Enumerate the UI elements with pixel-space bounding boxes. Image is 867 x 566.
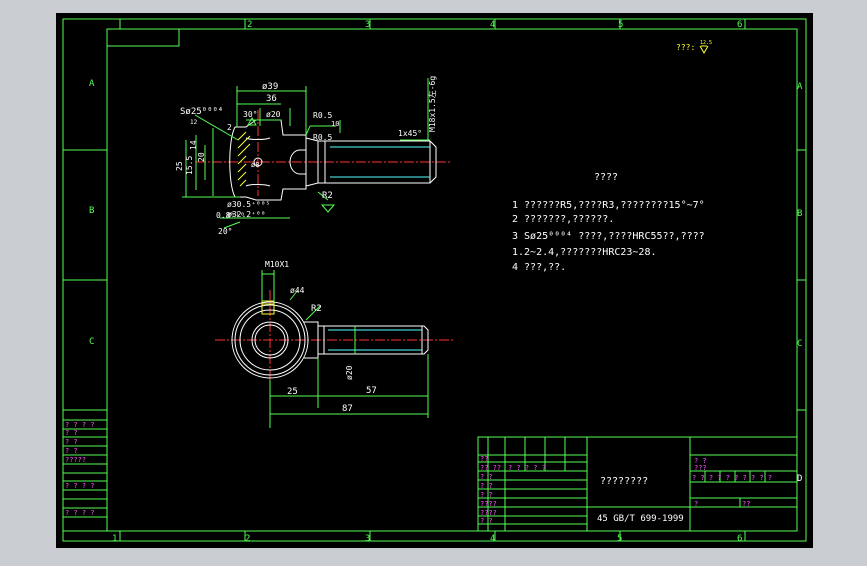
left-zone-c: C [89,337,94,347]
top-zone-4: 4 [490,20,495,30]
drawing-canvas[interactable]: 2 3 4 5 6 1 2 3 4 5 6 A B C A B C D ???:… [0,0,867,562]
dim-d44: ø44 [290,286,305,295]
bottom-zone-5: 5 [617,534,622,544]
tech-line-3: 3 Sø25⁰⁰⁰⁴ ????,????HRC55??,???? [512,231,705,242]
left-table-row-4: ????? [65,456,86,464]
tech-line-1: 1 ??????R5,????R3,????????15°~7° [512,200,705,211]
tb-left-row-7: ???? [480,509,497,517]
right-zone-a: A [797,82,803,92]
top-zone-6: 6 [737,20,742,30]
tb-left-row-4: ? ? [480,482,493,490]
dim-thread: M18x1.5左-6g [427,76,437,132]
left-zone-a: A [89,79,95,89]
dim-d39: ø39 [262,82,278,92]
top-zone-5: 5 [618,20,623,30]
dim-r2: R2 [322,191,333,201]
dim-d25: 25 [175,161,184,171]
left-zone-b: B [89,206,94,216]
right-zone-d: D [797,474,802,484]
bottom-zone-6: 6 [737,534,742,544]
dim-bore1: ø30.5⁺⁰⁰⁵ [227,200,270,209]
tech-line-2: 2 ???????,??????. [512,214,614,225]
dim-d08: 0.8ʰ¹⁰ [216,211,245,220]
tb-left-row-5: ? ? [480,491,493,499]
bottom-zone-4: 4 [490,534,495,544]
dim-d14: 14 [189,140,198,150]
left-table-row-6: ? ? ? ? [65,482,95,490]
dim-angle30: 30° [243,110,257,119]
roughness-value: 12.5 [700,40,712,46]
tb-left-row-6: ???? [480,500,497,508]
left-table-row-2: ? ? [65,438,78,446]
tb-sheet-b: ?? [742,500,750,508]
material-spec: 45 GB/T 699-1999 [597,514,684,524]
top-zone-3: 3 [365,20,370,30]
part-name: ???????? [600,476,648,487]
tech-line-5: 4 ???,??. [512,262,566,273]
dim-chamfer: 1x45° [398,129,422,138]
tb-left-row-3: ? ? [480,473,493,481]
dim-d20b: 20 [197,152,206,162]
dim-r05b: R0.5 [313,133,332,142]
roughness-label: ???: [676,43,695,52]
tb-left-row-2: ?? ?? [480,464,501,472]
dim-sphere: Sø25⁰⁰⁰⁴ [180,107,223,117]
dim-top-r2: R2 [311,304,322,314]
left-table-row-8: ? ? ? ? [65,509,95,517]
right-zone-c: C [797,339,802,349]
bottom-zone-1: 1 [112,534,117,544]
dim-d8: ø8 [251,161,259,169]
left-table-header: ? ? ? ? [65,421,95,429]
tech-line-4: 1.2~2.4,???????HRC23~28. [512,247,657,258]
bottom-zone-3: 3 [365,534,370,544]
tech-title: ???? [594,172,618,183]
dim-top-d25: 25 [287,387,298,397]
cad-viewport[interactable]: 2 3 4 5 6 1 2 3 4 5 6 A B C A B C D ???:… [0,0,867,562]
tb-left-row-1: ?? [480,455,488,463]
tb-sheet-a: ? [694,500,698,508]
tb-right-sub: ??? [694,464,707,472]
dim-d10: 10 [331,120,339,128]
dim-sphere-tol: 12 [190,119,198,126]
dim-top-d57: 57 [366,386,377,396]
tb-left-row-8: ? ? [480,517,493,525]
dim-top-d20: ø20 [345,365,354,380]
dim-top-d87: 87 [342,404,353,414]
dim-d155: 15.5 [185,156,194,175]
top-zone-2: 2 [247,20,252,30]
left-table-row-3: ? ? [65,447,78,455]
dim-r05a: R0.5 [313,111,332,120]
dim-m10: M10X1 [265,260,289,269]
tb-sign-cols: ? ? ? ? ? [508,464,546,472]
bottom-zone-2: 2 [245,534,250,544]
tb-right-scale: ? ? ? ? ? ? ? ? ? ? [692,474,772,482]
dim-d36: 36 [266,94,277,104]
dim-d20: ø20 [266,110,281,119]
dim-d2: 2 [227,123,232,132]
left-table-row-1: ? ? [65,429,78,437]
dim-angle20: 20° [218,227,232,236]
right-zone-b: B [797,209,802,219]
